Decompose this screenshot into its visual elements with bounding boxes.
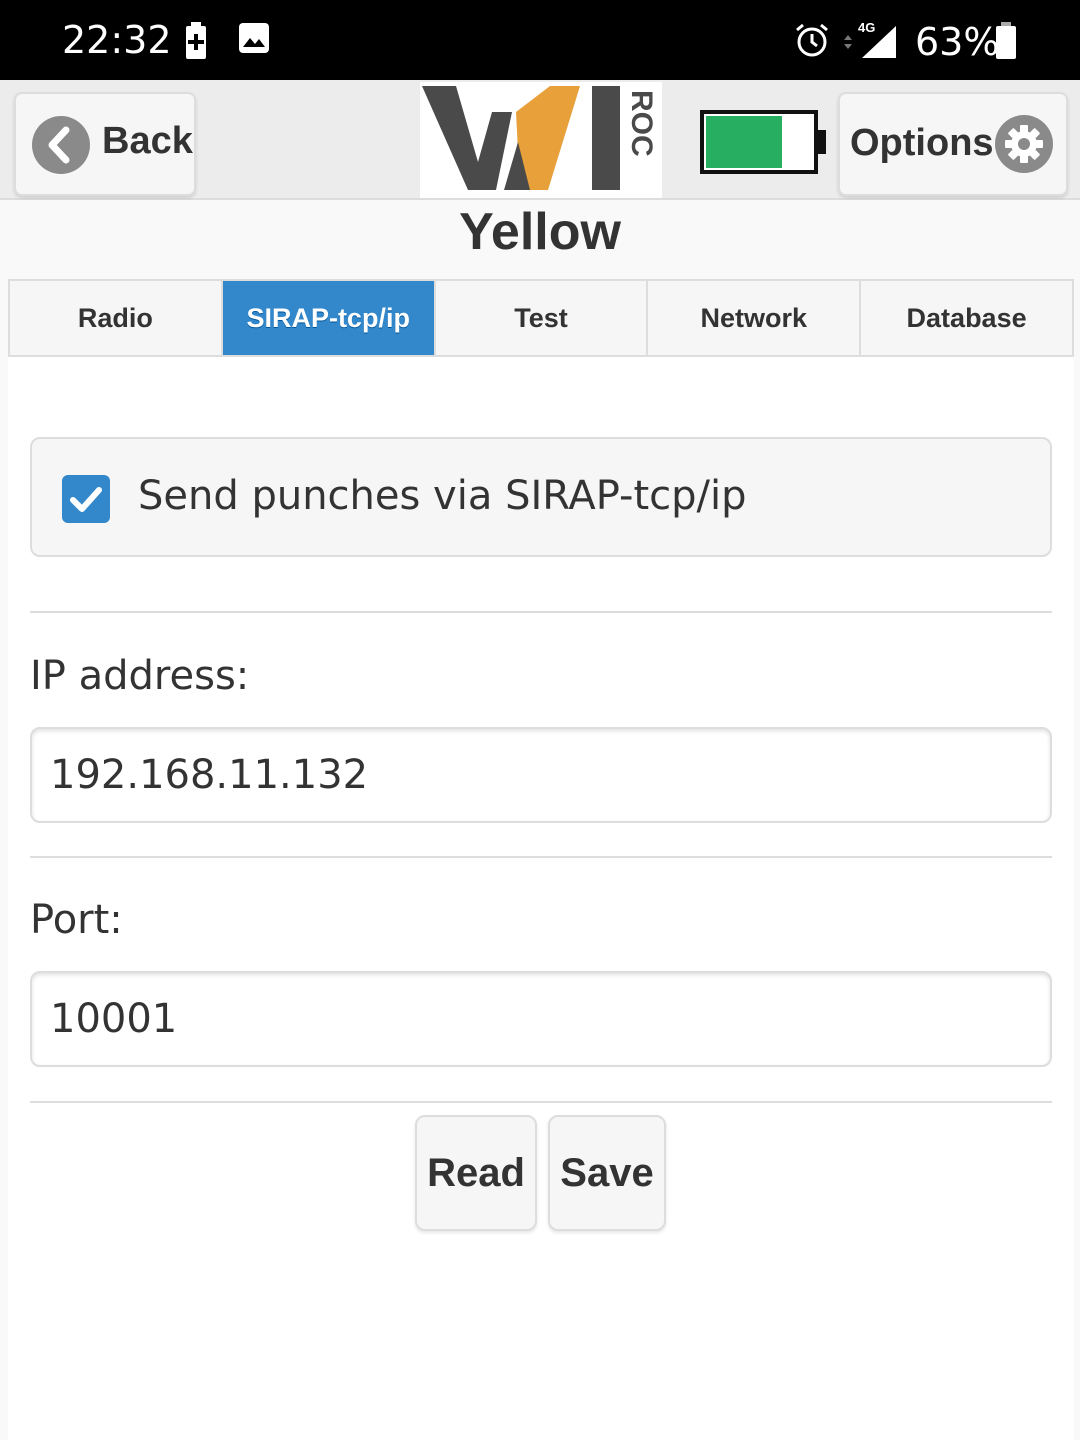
battery-fill — [706, 116, 782, 168]
network-type-label: 4G — [858, 20, 875, 35]
divider — [30, 1101, 1052, 1103]
divider — [30, 856, 1052, 858]
port-input[interactable]: 10001 — [30, 971, 1052, 1067]
battery-percent: 63% — [915, 20, 1000, 64]
gear-icon — [995, 115, 1053, 173]
status-time: 22:32 — [62, 18, 172, 62]
tab-content: Send punches via SIRAP-tcp/ip IP address… — [8, 357, 1074, 1440]
status-bar: 22:32 4G 63% — [0, 0, 1080, 80]
tab-radio[interactable]: Radio — [10, 281, 223, 355]
ip-address-input[interactable]: 192.168.11.132 — [30, 727, 1052, 823]
send-punches-checkbox-row[interactable]: Send punches via SIRAP-tcp/ip — [30, 437, 1052, 557]
options-button[interactable]: Options — [838, 92, 1068, 196]
app-header: Back ROC Options — [0, 80, 1080, 200]
tab-bar: Radio SIRAP-tcp/ip Test Network Database — [8, 279, 1074, 357]
wiroc-logo: ROC — [420, 82, 662, 198]
tab-sirap-tcp-ip[interactable]: SIRAP-tcp/ip — [222, 281, 436, 355]
back-label: Back — [102, 120, 193, 162]
checkbox-checked-icon[interactable] — [62, 475, 110, 523]
ip-address-label: IP address: — [30, 653, 250, 699]
read-button[interactable]: Read — [415, 1115, 537, 1231]
port-label: Port: — [30, 897, 123, 943]
save-button[interactable]: Save — [548, 1115, 666, 1231]
image-notification-icon — [239, 23, 269, 53]
device-battery-indicator — [700, 110, 818, 174]
battery-tip — [816, 130, 826, 154]
battery-icon — [996, 22, 1016, 59]
back-button[interactable]: Back — [14, 92, 196, 196]
battery-saver-icon — [186, 22, 206, 59]
signal-icon: 4G — [844, 20, 896, 58]
back-arrow-icon — [32, 116, 90, 174]
logo-side-text: ROC — [625, 90, 658, 157]
tab-database[interactable]: Database — [861, 281, 1072, 355]
tab-test[interactable]: Test — [435, 281, 649, 355]
divider — [30, 611, 1052, 613]
page-title: Yellow — [459, 203, 621, 261]
alarm-icon — [796, 23, 828, 57]
send-punches-label: Send punches via SIRAP-tcp/ip — [138, 473, 747, 519]
options-label: Options — [850, 122, 994, 164]
tab-network[interactable]: Network — [648, 281, 862, 355]
